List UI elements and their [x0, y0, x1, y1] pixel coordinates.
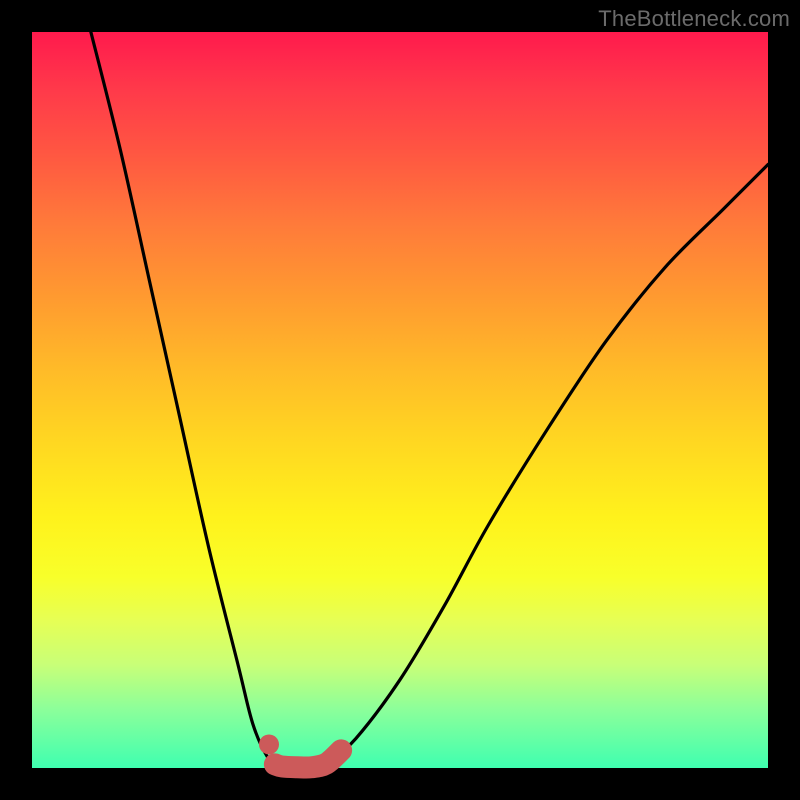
chart-frame: TheBottleneck.com	[0, 0, 800, 800]
watermark-text: TheBottleneck.com	[598, 6, 790, 32]
highlight-bottom	[275, 750, 341, 767]
chart-svg	[32, 32, 768, 768]
plot-area	[32, 32, 768, 768]
highlight-dot	[259, 734, 279, 754]
curve-left-branch	[91, 32, 279, 764]
curve-right-branch	[326, 164, 768, 764]
